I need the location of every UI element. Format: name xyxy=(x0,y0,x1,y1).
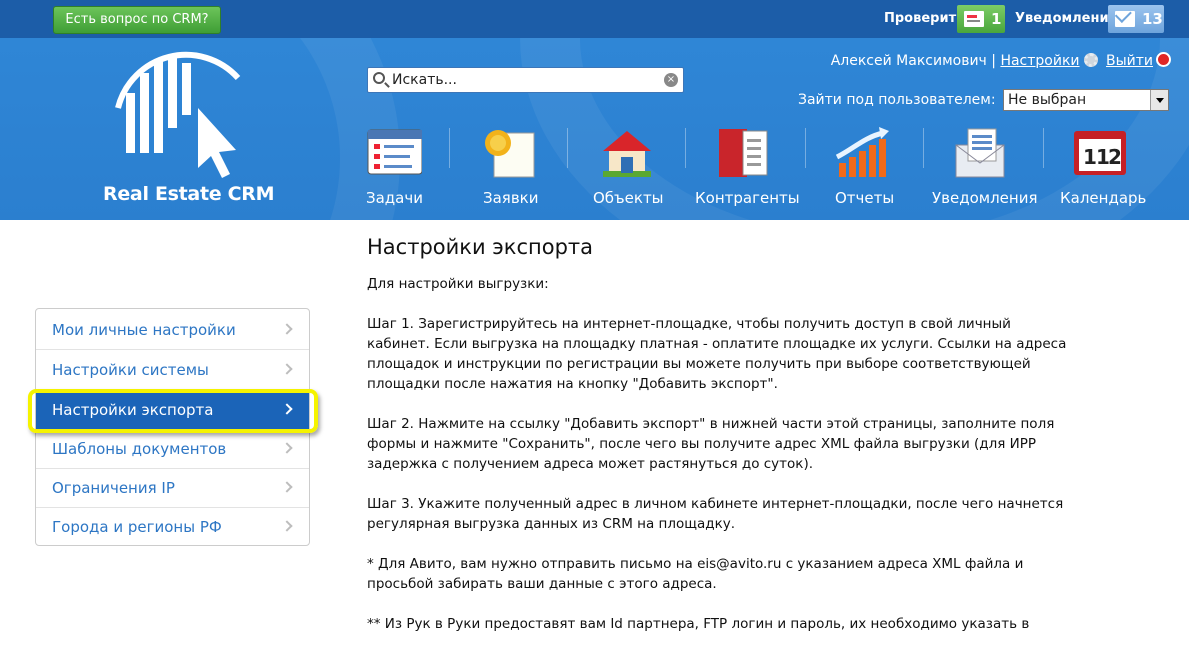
objects-icon xyxy=(603,131,651,177)
gear-icon[interactable] xyxy=(1083,53,1098,67)
search-icon xyxy=(373,72,385,84)
chevron-right-icon xyxy=(281,363,293,375)
nav-divider xyxy=(1043,128,1044,168)
menu-item-cities-regions[interactable]: Города и регионы РФ xyxy=(36,508,309,547)
clear-icon[interactable]: × xyxy=(664,73,678,87)
nav-divider xyxy=(923,128,924,168)
step-3-text: Шаг 3. Укажите полученный адрес в личном… xyxy=(367,496,1064,532)
impersonate-label: Зайти под пользователем: xyxy=(798,92,996,108)
step-1-text: Шаг 1. Зарегистрируйтесь на интернет-пло… xyxy=(367,316,1067,392)
user-name: Алексей Максимович xyxy=(830,53,987,69)
avito-note: * Для Авито, вам нужно отправить письмо … xyxy=(367,556,1024,592)
nav-divider xyxy=(805,128,806,168)
notifications-envelope-icon xyxy=(955,128,1005,178)
menu-item-label: Настройки системы xyxy=(52,361,209,379)
svg-text:1: 1 xyxy=(1083,145,1097,169)
check-label[interactable]: Проверить xyxy=(884,11,964,26)
nav-label: Уведомления xyxy=(932,189,1038,207)
notifications-label[interactable]: Уведомления xyxy=(1015,11,1117,26)
check-badge[interactable]: 1 xyxy=(957,5,1005,33)
nav-divider xyxy=(567,128,568,168)
tasks-icon xyxy=(367,129,422,175)
notifications-count: 13 xyxy=(1142,10,1163,28)
logout-link[interactable]: Выйти xyxy=(1106,53,1153,69)
check-count: 1 xyxy=(991,10,1002,28)
crm-question-button[interactable]: Есть вопрос по CRM? xyxy=(53,6,221,34)
calendar-icon: 1 12 xyxy=(1074,131,1126,175)
menu-item-system-settings[interactable]: Настройки системы xyxy=(36,351,309,390)
irr-note: ** Из Рук в Руки предоставят вам Id парт… xyxy=(367,616,1030,632)
nav-label: Заявки xyxy=(483,189,539,207)
contacts-book-icon xyxy=(719,129,768,177)
chevron-right-icon xyxy=(281,323,293,335)
header: Real Estate CRM Искать... × Алексей Макс… xyxy=(0,38,1189,220)
search-placeholder: Искать... xyxy=(392,72,457,88)
nav-label: Контрагенты xyxy=(695,189,800,207)
step-2-text: Шаг 2. Нажмите на ссылку "Добавить экспо… xyxy=(367,416,1055,472)
requests-icon xyxy=(485,130,535,178)
chevron-right-icon xyxy=(281,442,293,454)
search-input[interactable]: Искать... × xyxy=(367,67,684,93)
impersonate-selected: Не выбран xyxy=(1008,92,1087,108)
chevron-down-icon[interactable] xyxy=(1150,90,1168,110)
power-icon[interactable] xyxy=(1156,52,1171,67)
user-row: Алексей Максимович | Настройки Выйти xyxy=(831,52,1171,69)
page-title: Настройки экспорта xyxy=(367,235,594,259)
nav-divider xyxy=(449,128,450,168)
menu-item-label: Города и регионы РФ xyxy=(52,518,222,536)
nav-label: Объекты xyxy=(593,189,664,207)
chevron-right-icon xyxy=(281,481,293,493)
menu-item-label: Шаблоны документов xyxy=(52,440,227,458)
chevron-right-icon xyxy=(281,520,293,532)
menu-item-label: Ограничения IP xyxy=(52,479,175,497)
brand-name: Real Estate CRM xyxy=(103,183,275,205)
reports-chart-icon xyxy=(835,127,889,177)
top-bar: Есть вопрос по CRM? Проверить 1 Уведомле… xyxy=(0,0,1189,38)
settings-link[interactable]: Настройки xyxy=(1000,53,1079,69)
impersonate-select[interactable]: Не выбран xyxy=(1003,89,1169,111)
highlight-frame xyxy=(28,389,318,433)
envelope-icon xyxy=(1115,11,1135,27)
menu-item-ip-restrictions[interactable]: Ограничения IP xyxy=(36,469,309,508)
user-separator: | xyxy=(991,53,996,69)
nav-label: Календарь xyxy=(1060,189,1147,207)
menu-item-label: Мои личные настройки xyxy=(52,321,236,339)
checklist-icon xyxy=(964,11,984,27)
menu-item-personal-settings[interactable]: Мои личные настройки xyxy=(36,311,309,350)
notifications-badge[interactable]: 13 xyxy=(1108,5,1164,33)
svg-text:2: 2 xyxy=(1108,145,1122,169)
intro-text: Для настройки выгрузки: xyxy=(367,276,549,292)
nav-label: Задачи xyxy=(366,189,423,207)
nav-divider xyxy=(685,128,686,168)
instructions: Для настройки выгрузки: Шаг 1. Зарегистр… xyxy=(367,274,1067,654)
nav-label: Отчеты xyxy=(835,189,895,207)
menu-item-document-templates[interactable]: Шаблоны документов xyxy=(36,430,309,469)
